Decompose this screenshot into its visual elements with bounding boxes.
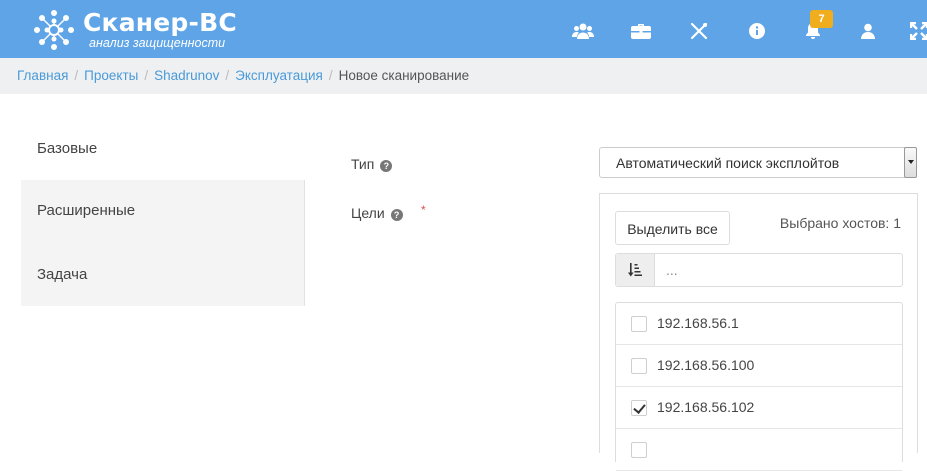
host-ip: 192.168.56.100 [657, 357, 755, 373]
tab-task[interactable]: Задача [21, 244, 305, 306]
type-label: Тип? [351, 156, 393, 172]
notification-badge[interactable]: 7 [810, 10, 833, 28]
brand-title: Сканер-ВС [83, 8, 237, 37]
brand-subtitle: анализ защищенности [89, 36, 226, 50]
breadcrumb-separator: / [328, 68, 333, 83]
breadcrumb-home[interactable]: Главная [17, 68, 68, 83]
targets-label-text: Цели [351, 205, 385, 221]
tools-icon[interactable] [687, 19, 711, 43]
scan-type-value: Автоматический поиск эксплойтов [616, 155, 840, 171]
list-item[interactable]: 192.168.56.1 [616, 303, 902, 345]
expand-icon[interactable] [907, 19, 927, 43]
sort-button[interactable] [616, 254, 655, 286]
breadcrumb-projects[interactable]: Проекты [84, 68, 138, 83]
logo-icon [33, 9, 75, 51]
users-icon[interactable] [571, 19, 595, 43]
scan-type-select[interactable]: Автоматический поиск эксплойтов [599, 147, 917, 178]
breadcrumb: Главная / Проекты / Shadrunov / Эксплуатация / Н… [17, 68, 469, 83]
selected-hosts-count: Выбрано хостов: 1 [779, 215, 901, 231]
targets-panel: Выделить все Выбрано хостов: 1 ... 192.1… [599, 193, 918, 471]
list-item[interactable] [616, 429, 902, 471]
type-label-text: Тип [351, 156, 375, 172]
breadcrumb-separator: / [74, 68, 79, 83]
breadcrumb-current: Новое сканирование [338, 68, 470, 83]
tab-advanced[interactable]: Расширенные [21, 180, 305, 242]
briefcase-icon[interactable] [629, 19, 653, 43]
targets-label: Цели? [351, 205, 403, 221]
host-ip: 192.168.56.102 [657, 399, 755, 415]
top-navbar: Сканер-ВС анализ защищенности 7 [0, 0, 927, 58]
list-item[interactable]: 192.168.56.102 [616, 387, 902, 429]
breadcrumb-exploitation[interactable]: Эксплуатация [235, 68, 323, 83]
breadcrumb-separator: / [144, 68, 149, 83]
host-list: 192.168.56.1 192.168.56.100 192.168.56.1… [615, 302, 903, 471]
host-checkbox[interactable] [631, 400, 647, 416]
sort-amount-icon [628, 263, 642, 277]
user-icon[interactable] [856, 19, 880, 43]
info-icon[interactable] [745, 19, 769, 43]
host-checkbox[interactable] [631, 358, 647, 374]
host-checkbox[interactable] [631, 442, 647, 458]
required-mark: * [421, 203, 426, 217]
list-item[interactable]: 192.168.56.100 [616, 345, 902, 387]
host-ip: 192.168.56.1 [657, 315, 739, 331]
select-all-button[interactable]: Выделить все [615, 211, 730, 245]
breadcrumb-project[interactable]: Shadrunov [154, 68, 219, 83]
tab-basic[interactable]: Базовые [21, 118, 306, 180]
breadcrumb-bar: Главная / Проекты / Shadrunov / Эксплуатация / Н… [0, 58, 927, 94]
host-filter: ... [615, 253, 903, 287]
host-filter-input[interactable]: ... [666, 262, 678, 278]
chevron-down-icon[interactable] [904, 147, 917, 178]
help-icon[interactable]: ? [380, 160, 393, 172]
host-checkbox[interactable] [631, 316, 647, 332]
breadcrumb-separator: / [225, 68, 230, 83]
settings-tabs: Базовые Расширенные Задача [21, 118, 306, 306]
brand-logo[interactable]: Сканер-ВС анализ защищенности [33, 8, 237, 52]
help-icon[interactable]: ? [390, 209, 403, 221]
